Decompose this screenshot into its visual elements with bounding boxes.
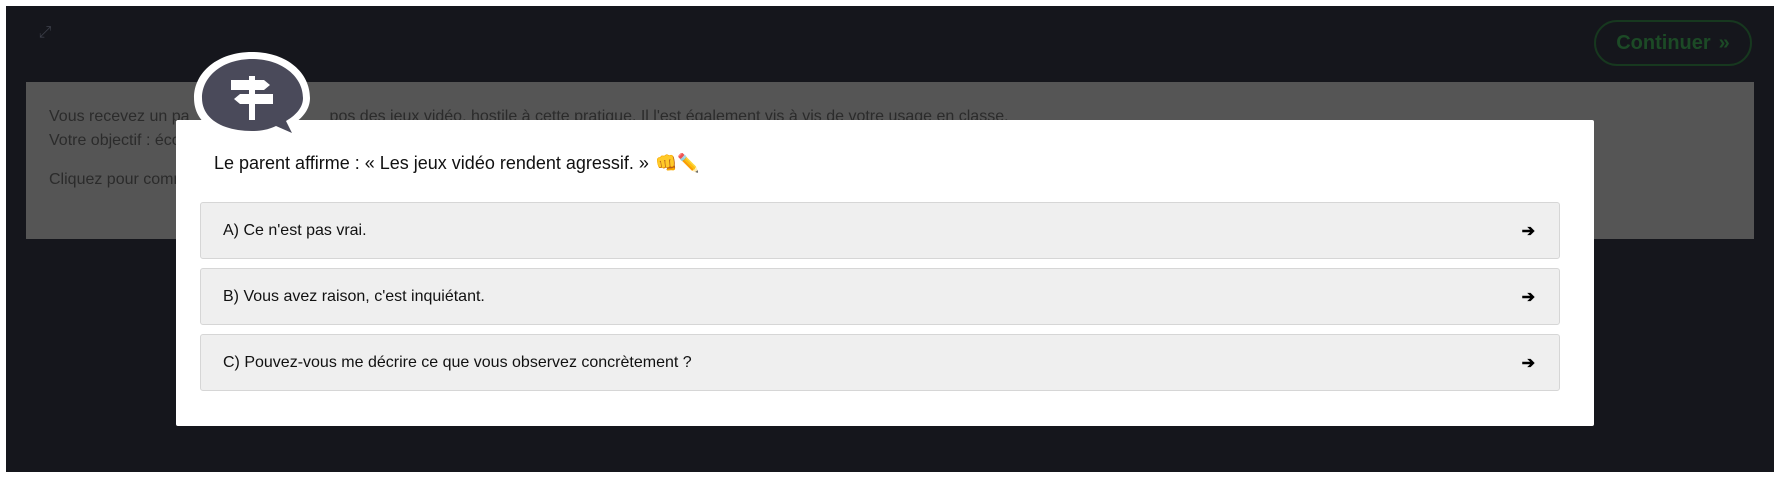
option-b-label: B) Vous avez raison, c'est inquiétant. — [223, 287, 485, 305]
question-text: Le parent affirme : « Les jeux vidéo ren… — [214, 153, 700, 174]
fist-pencil-icon: 👊✏️ — [654, 153, 700, 173]
modal-overlay: Le parent affirme : « Les jeux vidéo ren… — [0, 0, 1780, 497]
signpost-icon — [194, 52, 310, 142]
option-c-button[interactable]: C) Pouvez-vous me décrire ce que vous ob… — [200, 334, 1560, 391]
option-a-label: A) Ce n'est pas vrai. — [223, 221, 367, 239]
option-a-button[interactable]: A) Ce n'est pas vrai. ➔ — [200, 202, 1560, 259]
question-label: Le parent affirme : « Les jeux vidéo ren… — [214, 153, 649, 173]
arrow-right-icon: ➔ — [1521, 288, 1535, 306]
arrow-right-icon: ➔ — [1521, 354, 1535, 372]
arrow-right-icon: ➔ — [1521, 222, 1535, 240]
option-c-label: C) Pouvez-vous me décrire ce que vous ob… — [223, 353, 692, 371]
option-b-button[interactable]: B) Vous avez raison, c'est inquiétant. ➔ — [200, 268, 1560, 325]
